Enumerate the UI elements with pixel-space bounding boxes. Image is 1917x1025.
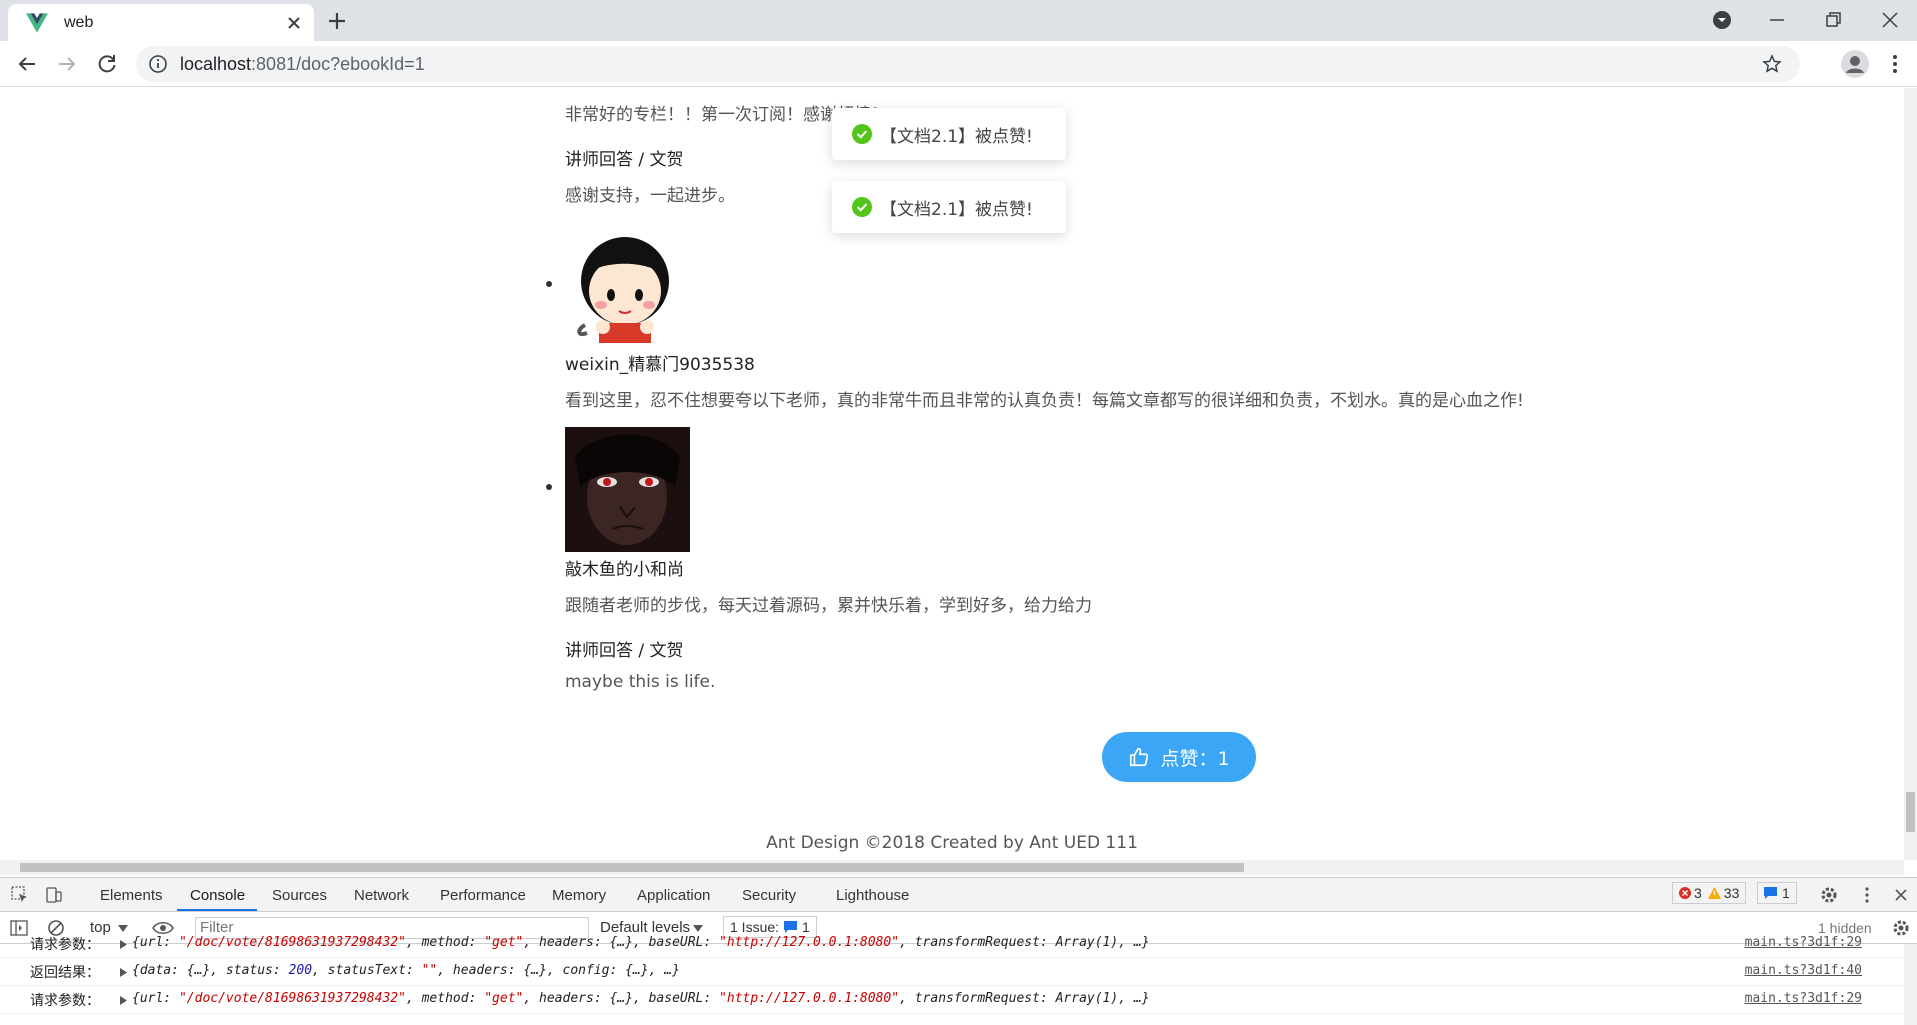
page-vertical-scrollbar[interactable] [1904,88,1917,860]
expand-triangle-icon[interactable] [120,968,127,977]
restore-window-icon[interactable] [1821,8,1845,32]
tab-console[interactable]: Console [190,887,245,904]
bookmark-star-icon[interactable] [1762,54,1782,74]
toast-message: 【文档2.1】被点赞! [880,126,1033,147]
success-toast: 【文档2.1】被点赞! [832,181,1066,233]
profile-avatar-icon[interactable] [1840,49,1870,79]
log-label: 请求参数： [30,937,100,953]
close-window-icon[interactable] [1878,8,1902,32]
close-tab-icon[interactable] [284,13,304,33]
log-object-preview: {url: "/doc/vote/81698631937298432", met… [132,935,1150,950]
site-info-icon[interactable] [148,54,168,74]
log-source-link[interactable]: main.ts?3d1f:29 [1745,935,1862,950]
new-tab-plus-icon[interactable] [325,9,349,33]
log-label: 返回结果： [30,965,100,981]
tab-performance[interactable]: Performance [440,887,526,904]
console-message-row[interactable]: 返回结果： {data: {…}, status: 200, statusTex… [0,958,1904,986]
expand-triangle-icon[interactable] [120,996,127,1005]
success-toast: 【文档2.1】被点赞! [832,108,1066,160]
reply-text: 感谢支持，一起进步。 [565,186,735,206]
forward-arrow-icon[interactable] [55,52,79,76]
log-label: 请求参数： [30,993,100,1009]
scrollbar-thumb[interactable] [20,863,1244,872]
tab-lighthouse[interactable]: Lighthouse [836,887,909,904]
tab-security[interactable]: Security [742,887,796,904]
reload-icon[interactable] [95,52,119,76]
browser-menu-icon[interactable] [1883,52,1907,76]
browser-tab[interactable]: web [8,4,314,41]
message-count: 1 [1782,885,1790,901]
more-options-icon[interactable] [1858,886,1876,904]
tab-network[interactable]: Network [354,887,409,904]
tab-elements[interactable]: Elements [100,887,163,904]
minimize-window-icon[interactable] [1765,8,1789,32]
device-toolbar-icon[interactable] [45,886,63,904]
tab-title: web [64,13,94,31]
messages-badge[interactable]: 1 [1757,882,1797,904]
thumbs-up-icon [1130,747,1149,767]
tab-application[interactable]: Application [637,887,710,904]
issues-counter-badge[interactable]: 3 33 [1672,882,1747,904]
address-bar[interactable]: localhost:8081/doc?ebookId=1 [136,46,1800,82]
tab-sources[interactable]: Sources [272,887,327,904]
page-horizontal-scrollbar[interactable] [0,860,1904,875]
error-icon [1679,887,1691,899]
like-button[interactable]: 点赞：1 [1102,732,1256,782]
reply-heading: 讲师回答 / 文贺 [565,641,684,661]
log-object-preview: {data: {…}, status: 200, statusText: "",… [132,963,680,978]
tab-memory[interactable]: Memory [552,887,606,904]
comment-username: 敲木鱼的小和尚 [565,560,684,580]
console-messages: 请求参数： {url: "/doc/vote/81698631937298432… [0,935,1904,1014]
warning-icon [1707,887,1721,899]
browser-toolbar: localhost:8081/doc?ebookId=1 [0,41,1917,87]
comment-text: 跟随者老师的步伐，每天过着源码，累并快乐着，学到好多，给力给力 [565,596,1092,616]
comment-username: weixin_精慕门9035538 [565,355,755,375]
settings-gear-icon[interactable] [1820,886,1838,904]
reply-heading: 讲师回答 / 文贺 [565,150,684,170]
toast-message: 【文档2.1】被点赞! [880,199,1033,220]
like-count-label: 点赞：1 [1160,747,1230,770]
devtools-panel: Elements Console Sources Network Perform… [0,877,1917,1025]
back-arrow-icon[interactable] [15,52,39,76]
avatar [565,427,690,552]
log-object-preview: {url: "/doc/vote/81698631937298432", met… [132,991,1150,1006]
page-footer: Ant Design ©2018 Created by Ant UED 111 [766,833,1138,853]
list-bullet [546,281,552,287]
avatar [565,219,679,343]
console-scrollbar[interactable] [1904,944,1917,1025]
scrollbar-thumb[interactable] [1906,792,1915,832]
expand-triangle-icon[interactable] [120,940,127,949]
console-message-row[interactable]: 请求参数： {url: "/doc/vote/81698631937298432… [0,930,1904,958]
url-text: localhost:8081/doc?ebookId=1 [180,53,425,74]
warning-count: 33 [1723,885,1740,901]
error-count: 3 [1694,885,1702,901]
close-devtools-icon[interactable] [1893,887,1909,903]
console-message-row[interactable]: 请求参数： {url: "/doc/vote/81698631937298432… [0,986,1904,1014]
log-source-link[interactable]: main.ts?3d1f:29 [1745,991,1862,1006]
comment-text: 看到这里，忍不住想要夸以下老师，真的非常牛而且非常的认真负责！每篇文章都写的很详… [565,391,1524,411]
check-circle-icon [852,197,872,217]
inspect-element-icon[interactable] [11,886,29,904]
profile-dropdown-icon[interactable] [1710,8,1734,32]
log-source-link[interactable]: main.ts?3d1f:40 [1745,963,1862,978]
browser-tab-strip: web [0,0,1917,41]
reply-text: maybe this is life. [565,672,716,692]
check-circle-icon [852,124,872,144]
vue-logo-icon [26,12,48,33]
list-bullet [546,484,552,490]
devtools-tab-bar: Elements Console Sources Network Perform… [0,878,1917,912]
message-icon [1764,887,1777,899]
active-tab-indicator [177,909,257,911]
